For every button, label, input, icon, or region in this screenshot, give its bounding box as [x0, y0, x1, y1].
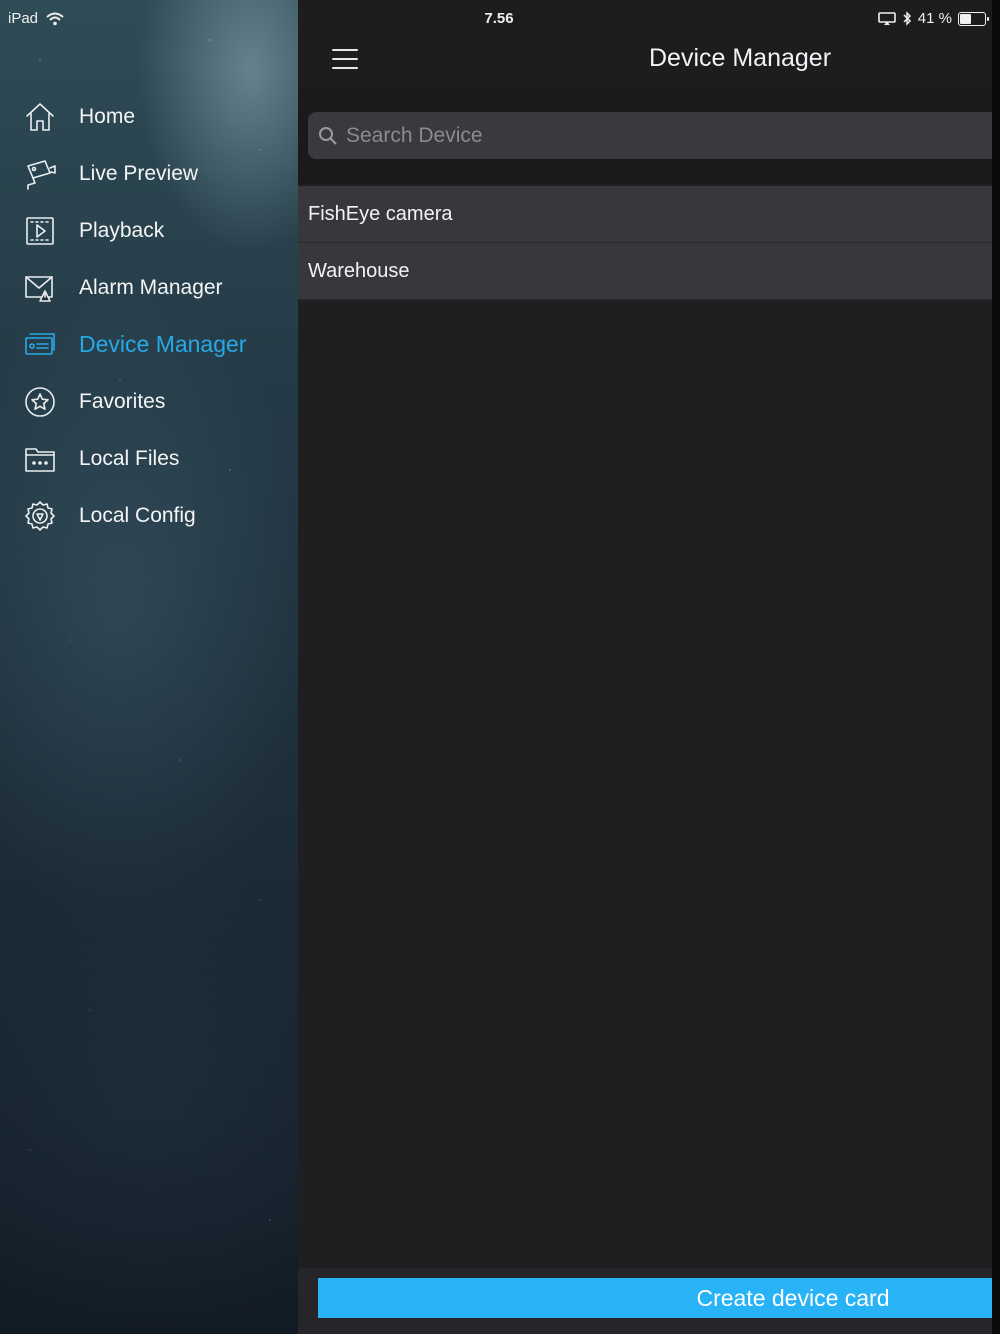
device-list: FishEye camera Warehouse: [298, 186, 992, 300]
create-device-card-button[interactable]: Create device card: [318, 1278, 992, 1318]
device-name: FishEye camera: [308, 202, 453, 225]
screen-edge: [992, 0, 1000, 1334]
alarm-manager-icon: [22, 270, 58, 306]
local-files-icon: [22, 441, 58, 477]
sidebar-item-label: Local Config: [79, 503, 196, 527]
sidebar-item-home[interactable]: Home: [0, 88, 298, 145]
sidebar-item-local-files[interactable]: Local Files: [0, 430, 298, 487]
sidebar-item-alarm-manager[interactable]: Alarm Manager: [0, 259, 298, 316]
battery-icon: [958, 11, 989, 26]
status-right: 41 %: [877, 10, 989, 27]
screen-mirroring-icon: [877, 11, 896, 25]
sidebar: Home Live Preview Playback Alarm Manager: [0, 0, 298, 1334]
bluetooth-icon: [903, 11, 911, 26]
status-time: 7.56: [484, 10, 514, 27]
battery-fill: [960, 13, 971, 24]
device-manager-icon: [22, 327, 58, 363]
local-config-icon: [22, 498, 58, 534]
sidebar-item-label: Home: [79, 104, 136, 128]
page-title: Device Manager: [648, 44, 832, 72]
search-input[interactable]: [346, 115, 992, 156]
sidebar-item-label: Alarm Manager: [79, 275, 223, 299]
sidebar-item-label: Device Manager: [79, 331, 247, 357]
sidebar-item-label: Favorites: [79, 389, 166, 413]
sidebar-nav: Home Live Preview Playback Alarm Manager: [0, 88, 298, 544]
sidebar-item-device-manager[interactable]: Device Manager: [0, 316, 298, 373]
battery-percentage: 41 %: [917, 10, 952, 27]
search-icon: [319, 126, 337, 145]
wifi-icon: [46, 12, 64, 25]
favorites-icon: [22, 384, 58, 420]
sidebar-item-live-preview[interactable]: Live Preview: [0, 145, 298, 202]
device-name: Warehouse: [308, 259, 410, 282]
sidebar-item-label: Playback: [79, 218, 165, 242]
live-preview-icon: [22, 156, 58, 192]
device-name: iPad: [8, 10, 39, 27]
search-bar[interactable]: [308, 112, 992, 159]
sidebar-item-favorites[interactable]: Favorites: [0, 373, 298, 430]
device-row-fisheye-camera[interactable]: FishEye camera: [298, 186, 992, 243]
main-panel: Device Manager FishEye camera Warehouse …: [298, 0, 992, 1334]
home-icon: [22, 99, 58, 135]
footer: Create device card: [298, 1268, 992, 1334]
sidebar-item-label: Local Files: [79, 446, 180, 470]
playback-icon: [22, 213, 58, 249]
search-area: [298, 88, 992, 184]
device-row-warehouse[interactable]: Warehouse: [298, 243, 992, 300]
status-bar: iPad 7.56 41 %: [0, 0, 1000, 36]
sidebar-item-playback[interactable]: Playback: [0, 202, 298, 259]
sidebar-item-local-config[interactable]: Local Config: [0, 487, 298, 544]
status-left: iPad: [8, 10, 64, 27]
sidebar-item-label: Live Preview: [79, 161, 199, 185]
app-screen: iPad 7.56 41 % Home Live Preview Playbac…: [0, 0, 1000, 1334]
